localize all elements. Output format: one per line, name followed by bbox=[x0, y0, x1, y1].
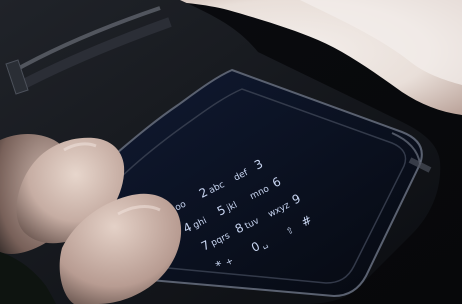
photo-scene: 1 oo 2 abc def 3 4 ghi 5 jkl mno 6 bbox=[0, 0, 462, 304]
photo-canvas: 1 oo 2 abc def 3 4 ghi 5 jkl mno 6 bbox=[0, 0, 462, 304]
